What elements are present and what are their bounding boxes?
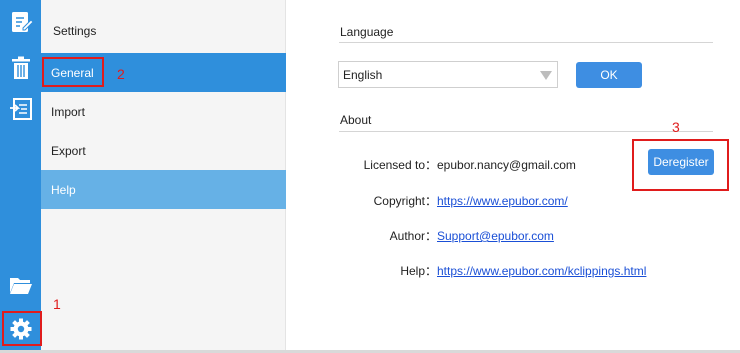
edit-icon[interactable]: [0, 5, 41, 39]
nav-item-label: Help: [51, 182, 76, 197]
about-row-copyright: Copyright：https://www.epubor.com/: [287, 192, 568, 209]
section-divider: [339, 131, 713, 132]
settings-title: Settings: [53, 24, 97, 38]
about-label: Help：: [400, 264, 437, 278]
ok-button[interactable]: OK: [576, 62, 642, 88]
annotation-number: 2: [117, 66, 125, 82]
nav-item-label: Export: [51, 143, 86, 158]
annotation-box-deregister: [632, 139, 729, 191]
trash-icon[interactable]: [0, 51, 41, 85]
nav-item-label: Import: [51, 104, 86, 119]
about-label: Author：: [389, 229, 437, 243]
folder-icon[interactable]: [0, 268, 41, 302]
about-row-help: Help：https://www.epubor.com/kclippings.h…: [287, 262, 646, 279]
license-email: epubor.nancy@gmail.com: [437, 158, 576, 172]
nav-item-export[interactable]: Export: [41, 131, 286, 170]
language-select[interactable]: English: [338, 61, 558, 88]
annotation-box-general: [42, 57, 104, 87]
about-row-author: Author：Support@epubor.com: [287, 227, 554, 244]
annotation-number: 3: [672, 119, 680, 135]
language-select-value: English: [343, 67, 383, 82]
annotation-box-gear: [2, 311, 42, 346]
nav-item-import[interactable]: Import: [41, 92, 286, 131]
settings-panel: Settings General Import Export Help: [41, 0, 286, 353]
author-link[interactable]: Support@epubor.com: [437, 229, 554, 243]
about-section-title: About: [340, 113, 372, 127]
language-section-title: Language: [340, 25, 394, 39]
about-label: Copyright：: [373, 194, 437, 208]
about-row-license: Licensed to：epubor.nancy@gmail.com: [287, 156, 576, 173]
nav-item-help[interactable]: Help: [41, 170, 286, 209]
import-icon[interactable]: [0, 92, 41, 126]
section-divider: [339, 42, 713, 43]
chevron-down-icon: [540, 71, 552, 80]
copyright-link[interactable]: https://www.epubor.com/: [437, 194, 568, 208]
help-link[interactable]: https://www.epubor.com/kclippings.html: [437, 264, 646, 278]
icon-rail: [0, 0, 41, 353]
about-label: Licensed to：: [363, 158, 437, 172]
annotation-number: 1: [53, 296, 61, 312]
